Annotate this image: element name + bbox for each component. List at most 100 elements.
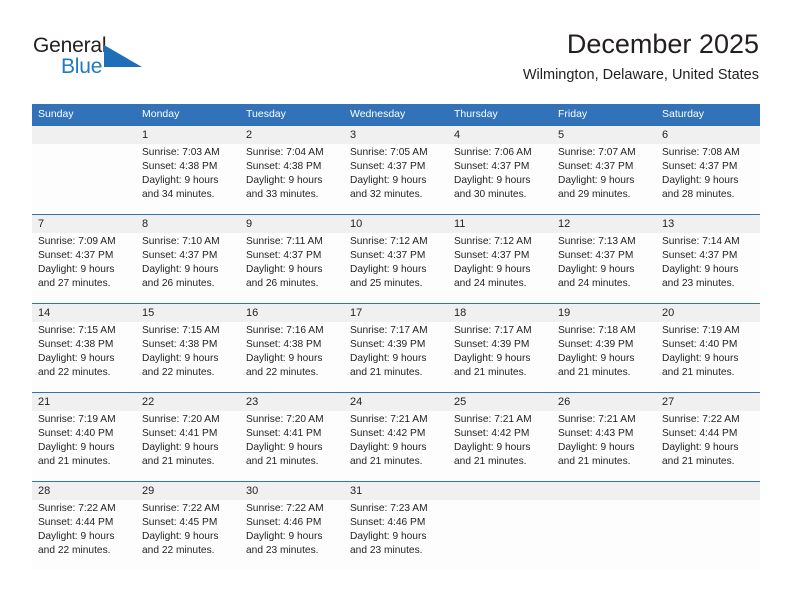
day-cell: Sunrise: 7:19 AM Sunset: 4:40 PM Dayligh… (32, 411, 136, 481)
day-number[interactable]: 12 (552, 215, 656, 233)
sunset-text: Sunset: 4:37 PM (558, 161, 634, 173)
daylight-text-line1: Daylight: 9 hours (142, 442, 219, 454)
daylight-text-line2: and 21 minutes. (454, 456, 527, 468)
sunrise-text: Sunrise: 7:17 AM (350, 325, 428, 336)
week-daynumber-strip: 1 2 3 4 5 6 (32, 126, 760, 144)
daylight-text-line1: Daylight: 9 hours (350, 175, 427, 187)
day-cell: Sunrise: 7:21 AM Sunset: 4:42 PM Dayligh… (344, 411, 448, 481)
weekday-header-thursday: Thursday (454, 108, 498, 120)
sunrise-text: Sunrise: 7:04 AM (246, 147, 324, 158)
daylight-text-line1: Daylight: 9 hours (558, 353, 635, 365)
day-cell: Sunrise: 7:17 AM Sunset: 4:39 PM Dayligh… (448, 322, 552, 392)
sunrise-text: Sunrise: 7:22 AM (142, 503, 220, 514)
day-cell: Sunrise: 7:10 AM Sunset: 4:37 PM Dayligh… (136, 233, 240, 303)
day-number[interactable]: 21 (32, 393, 136, 411)
day-number[interactable]: 4 (448, 126, 552, 144)
day-cell: Sunrise: 7:14 AM Sunset: 4:37 PM Dayligh… (656, 233, 760, 303)
day-cell: Sunrise: 7:17 AM Sunset: 4:39 PM Dayligh… (344, 322, 448, 392)
day-number[interactable] (32, 126, 136, 144)
sunrise-text: Sunrise: 7:08 AM (662, 147, 740, 158)
daylight-text-line2: and 22 minutes. (246, 367, 319, 379)
daylight-text-line1: Daylight: 9 hours (350, 442, 427, 454)
day-cell: Sunrise: 7:04 AM Sunset: 4:38 PM Dayligh… (240, 144, 344, 214)
day-number[interactable]: 17 (344, 304, 448, 322)
day-number[interactable]: 8 (136, 215, 240, 233)
sunrise-text: Sunrise: 7:18 AM (558, 325, 636, 336)
sunrise-text: Sunrise: 7:17 AM (454, 325, 532, 336)
sunset-text: Sunset: 4:38 PM (246, 161, 322, 173)
sunrise-text: Sunrise: 7:05 AM (350, 147, 428, 158)
day-number[interactable]: 26 (552, 393, 656, 411)
day-number[interactable]: 5 (552, 126, 656, 144)
weekday-header-saturday: Saturday (662, 108, 705, 120)
day-number[interactable]: 9 (240, 215, 344, 233)
daylight-text-line1: Daylight: 9 hours (454, 175, 531, 187)
daylight-text-line2: and 21 minutes. (662, 367, 735, 379)
day-number[interactable]: 29 (136, 482, 240, 500)
day-cell: Sunrise: 7:22 AM Sunset: 4:44 PM Dayligh… (656, 411, 760, 481)
daylight-text-line1: Daylight: 9 hours (662, 175, 739, 187)
weekday-header-tuesday: Tuesday (246, 108, 286, 120)
week-daynumber-strip: 21 22 23 24 25 26 27 (32, 393, 760, 411)
day-cell: Sunrise: 7:22 AM Sunset: 4:46 PM Dayligh… (240, 500, 344, 570)
daylight-text-line1: Daylight: 9 hours (350, 264, 427, 276)
sunrise-text: Sunrise: 7:07 AM (558, 147, 636, 158)
weekday-header-sunday: Sunday (38, 108, 74, 120)
day-number[interactable]: 18 (448, 304, 552, 322)
sunset-text: Sunset: 4:39 PM (454, 339, 530, 351)
week-row: 21 22 23 24 25 26 27 Sunrise: 7:19 AM Su… (32, 392, 760, 481)
day-number[interactable]: 11 (448, 215, 552, 233)
week-row: 28 29 30 31 Sunrise: 7:22 AM Sunset: 4:4… (32, 481, 760, 570)
day-number[interactable]: 13 (656, 215, 760, 233)
daylight-text-line1: Daylight: 9 hours (38, 353, 115, 365)
day-number[interactable]: 28 (32, 482, 136, 500)
week-daynumber-strip: 14 15 16 17 18 19 20 (32, 304, 760, 322)
day-number[interactable]: 1 (136, 126, 240, 144)
day-number[interactable]: 7 (32, 215, 136, 233)
day-number[interactable]: 23 (240, 393, 344, 411)
day-number[interactable]: 6 (656, 126, 760, 144)
daylight-text-line1: Daylight: 9 hours (350, 531, 427, 543)
weekday-header-monday: Monday (142, 108, 180, 120)
day-number[interactable]: 27 (656, 393, 760, 411)
day-number[interactable]: 2 (240, 126, 344, 144)
day-number[interactable]: 14 (32, 304, 136, 322)
daylight-text-line2: and 26 minutes. (246, 278, 319, 290)
logo-text-blue: Blue (61, 55, 103, 78)
day-number[interactable]: 3 (344, 126, 448, 144)
day-number[interactable]: 31 (344, 482, 448, 500)
day-number[interactable]: 16 (240, 304, 344, 322)
daylight-text-line2: and 25 minutes. (350, 278, 423, 290)
daylight-text-line2: and 23 minutes. (350, 545, 423, 557)
sunrise-text: Sunrise: 7:10 AM (142, 236, 220, 247)
day-number[interactable]: 15 (136, 304, 240, 322)
daylight-text-line1: Daylight: 9 hours (38, 531, 115, 543)
sunrise-text: Sunrise: 7:12 AM (350, 236, 428, 247)
sunset-text: Sunset: 4:38 PM (38, 339, 114, 351)
daylight-text-line1: Daylight: 9 hours (662, 353, 739, 365)
day-cell: Sunrise: 7:18 AM Sunset: 4:39 PM Dayligh… (552, 322, 656, 392)
daylight-text-line1: Daylight: 9 hours (142, 353, 219, 365)
day-cell: Sunrise: 7:05 AM Sunset: 4:37 PM Dayligh… (344, 144, 448, 214)
daylight-text-line1: Daylight: 9 hours (558, 264, 635, 276)
day-number[interactable]: 10 (344, 215, 448, 233)
sunrise-text: Sunrise: 7:22 AM (246, 503, 324, 514)
daylight-text-line1: Daylight: 9 hours (454, 264, 531, 276)
daylight-text-line2: and 34 minutes. (142, 189, 215, 201)
day-cell: Sunrise: 7:06 AM Sunset: 4:37 PM Dayligh… (448, 144, 552, 214)
sunrise-text: Sunrise: 7:11 AM (246, 236, 323, 247)
day-cell: Sunrise: 7:21 AM Sunset: 4:42 PM Dayligh… (448, 411, 552, 481)
day-number[interactable]: 30 (240, 482, 344, 500)
daylight-text-line1: Daylight: 9 hours (142, 531, 219, 543)
sunset-text: Sunset: 4:37 PM (662, 250, 738, 262)
day-number[interactable]: 22 (136, 393, 240, 411)
day-number[interactable]: 25 (448, 393, 552, 411)
week-daynumber-strip: 7 8 9 10 11 12 13 (32, 215, 760, 233)
daylight-text-line2: and 22 minutes. (38, 367, 111, 379)
day-number[interactable]: 20 (656, 304, 760, 322)
general-blue-logo[interactable]: General Blue (33, 34, 153, 82)
day-number[interactable]: 19 (552, 304, 656, 322)
sunrise-text: Sunrise: 7:21 AM (350, 414, 428, 425)
sunrise-text: Sunrise: 7:19 AM (662, 325, 740, 336)
day-number[interactable]: 24 (344, 393, 448, 411)
